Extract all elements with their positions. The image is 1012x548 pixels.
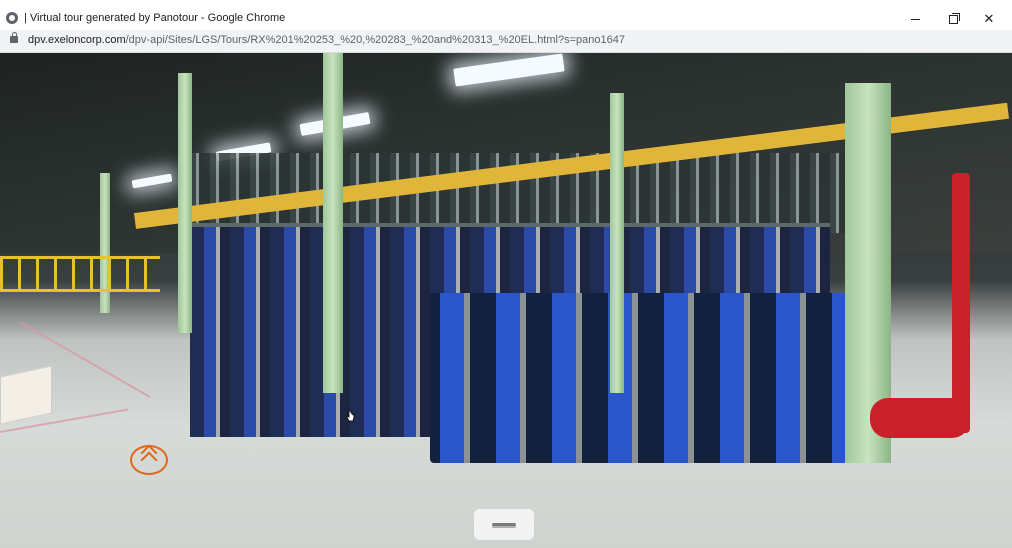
hand-cursor-icon <box>346 410 355 422</box>
url-text[interactable]: dpv.exeloncorp.com/dpv-api/Sites/LGS/Tou… <box>28 34 625 46</box>
viewer-control-button[interactable] <box>474 509 534 540</box>
red-pipe <box>952 173 970 433</box>
chrome-icon <box>6 12 18 24</box>
pillar <box>178 73 192 333</box>
yellow-railing <box>0 256 160 292</box>
pillar <box>323 53 343 393</box>
pillar <box>100 173 110 313</box>
panorama-viewer[interactable] <box>0 53 1012 548</box>
address-bar[interactable]: dpv.exeloncorp.com/dpv-api/Sites/LGS/Tou… <box>0 30 1012 53</box>
browser-window: | Virtual tour generated by Panotour - G… <box>0 0 1012 548</box>
window-title: | Virtual tour generated by Panotour - G… <box>24 12 286 24</box>
url-path: /dpv-api/Sites/LGS/Tours/RX%201%20253_%2… <box>125 34 625 46</box>
navigation-hotspot[interactable] <box>130 444 168 475</box>
maximize-button[interactable] <box>936 8 970 30</box>
title-bar: | Virtual tour generated by Panotour - G… <box>0 8 1012 30</box>
close-button[interactable]: ✕ <box>972 8 1006 30</box>
minimize-button[interactable] <box>898 8 932 30</box>
maximize-icon <box>948 12 960 24</box>
blue-tanks <box>430 293 860 463</box>
double-chevron-up-icon <box>140 444 158 469</box>
close-icon: ✕ <box>983 11 995 26</box>
pillar <box>610 93 624 393</box>
menu-bar-icon <box>492 523 516 526</box>
url-host: dpv.exeloncorp.com <box>28 34 126 46</box>
floor-sign <box>0 365 52 425</box>
lock-icon <box>10 32 18 43</box>
red-valve <box>870 398 970 438</box>
minimize-icon <box>910 18 920 20</box>
